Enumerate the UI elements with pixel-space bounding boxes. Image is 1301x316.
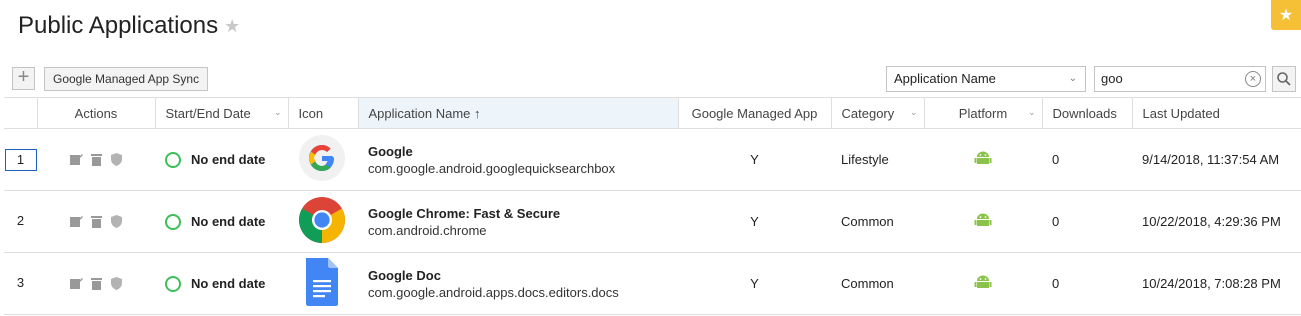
shield-icon[interactable] <box>109 214 124 229</box>
header-category[interactable]: Category ⌄ <box>830 97 924 129</box>
row-platform <box>924 252 1042 315</box>
row-index-cell: 1 <box>4 128 37 191</box>
application-name[interactable]: Google Chrome: Fast & Secure <box>368 206 668 221</box>
edit-icon[interactable] <box>69 214 84 229</box>
row-index-cell: 3 <box>4 252 37 315</box>
header-last-updated: Last Updated <box>1131 97 1301 129</box>
row-platform <box>924 190 1042 253</box>
status-circle-icon <box>165 213 181 230</box>
page-title: Public Applications <box>18 12 219 39</box>
header-start-end-date[interactable]: Start/End Date ⌄ <box>154 97 288 129</box>
android-icon <box>974 151 992 164</box>
row-actions <box>37 128 155 191</box>
applications-table: Actions Start/End Date ⌄ Icon Application… <box>4 97 1301 315</box>
google-managed-app-sync-button[interactable]: Google Managed App Sync <box>44 67 209 91</box>
row-managed: Y <box>678 128 831 191</box>
row-status: No end date <box>155 252 288 315</box>
status-text: No end date <box>191 152 266 167</box>
row-managed: Y <box>678 252 831 315</box>
table-row[interactable]: 2 No end date Google Chrome: Fast & Secu… <box>4 190 1301 253</box>
filter-chevron-icon[interactable]: ⌄ <box>1028 107 1036 118</box>
edit-icon[interactable] <box>69 276 84 291</box>
row-last-updated: 9/14/2018, 11:37:54 AM <box>1132 128 1301 191</box>
row-index[interactable]: 1 <box>4 148 37 171</box>
header-application-name[interactable]: Application Name ↑ <box>357 97 678 129</box>
search-button[interactable] <box>1272 66 1296 92</box>
row-icon-cell <box>288 252 358 315</box>
row-platform <box>924 128 1042 191</box>
application-name[interactable]: Google <box>368 144 668 159</box>
row-status: No end date <box>155 128 288 191</box>
table-header-row: Actions Start/End Date ⌄ Icon Application… <box>4 97 1301 129</box>
status-circle-icon <box>165 275 181 292</box>
delete-icon[interactable] <box>89 152 104 167</box>
header-start-end-date-label: Start/End Date <box>165 105 251 121</box>
delete-icon[interactable] <box>89 214 104 229</box>
clear-icon[interactable]: × <box>1245 71 1261 87</box>
row-application[interactable]: Google com.google.android.googlequicksea… <box>358 128 678 191</box>
table-row[interactable]: 1 No end date Google com.google.android.… <box>4 128 1301 191</box>
chevron-down-icon: ⌄ <box>1068 73 1077 84</box>
row-last-updated: 10/24/2018, 7:08:28 PM <box>1132 252 1301 315</box>
shield-icon[interactable] <box>109 276 124 291</box>
row-downloads: 0 <box>1042 252 1132 315</box>
status-text: No end date <box>191 276 266 291</box>
row-category: Lifestyle <box>831 128 924 191</box>
row-managed: Y <box>678 190 831 253</box>
filter-chevron-icon[interactable]: ⌄ <box>274 107 282 118</box>
filter-chevron-icon[interactable]: ⌄ <box>910 107 918 118</box>
application-name[interactable]: Google Doc <box>368 268 668 283</box>
toolbar: + Google Managed App Sync Application Na… <box>0 64 1301 94</box>
android-icon <box>974 213 992 226</box>
header-actions: Actions <box>36 97 155 129</box>
row-actions <box>37 190 155 253</box>
row-downloads: 0 <box>1042 190 1132 253</box>
filter-field-select[interactable]: Application Name ⌄ <box>886 66 1086 92</box>
add-button[interactable]: + <box>12 67 35 90</box>
filter-field-value: Application Name <box>894 71 996 86</box>
chrome-app-icon <box>299 197 345 243</box>
favorite-star-icon[interactable]: ★ <box>224 16 240 37</box>
search-input[interactable]: goo × <box>1094 66 1266 92</box>
row-actions <box>37 252 155 315</box>
header-application-name-label: Application Name <box>368 105 471 121</box>
search-icon <box>1277 72 1291 86</box>
row-category: Common <box>831 252 924 315</box>
header-icon: Icon <box>287 97 358 129</box>
row-icon-cell <box>288 190 358 253</box>
row-index[interactable]: 2 <box>5 211 37 233</box>
row-category: Common <box>831 190 924 253</box>
header-index <box>4 97 37 129</box>
corner-star-icon[interactable]: ★ <box>1271 0 1301 30</box>
row-index[interactable]: 3 <box>5 273 37 295</box>
status-text: No end date <box>191 214 266 229</box>
row-icon-cell <box>288 128 358 191</box>
header-platform[interactable]: Platform ⌄ <box>923 97 1042 129</box>
row-application[interactable]: Google Chrome: Fast & Secure com.android… <box>358 190 678 253</box>
android-icon <box>974 275 992 288</box>
row-last-updated: 10/22/2018, 4:29:36 PM <box>1132 190 1301 253</box>
google-app-icon <box>299 135 345 181</box>
table-row[interactable]: 3 No end date Google Doc com.google.andr… <box>4 252 1301 315</box>
row-downloads: 0 <box>1042 128 1132 191</box>
shield-icon[interactable] <box>109 152 124 167</box>
status-circle-icon <box>165 151 181 168</box>
row-index-cell: 2 <box>4 190 37 253</box>
sort-ascending-icon: ↑ <box>474 105 481 121</box>
row-application[interactable]: Google Doc com.google.android.apps.docs.… <box>358 252 678 315</box>
header-platform-label: Platform <box>958 105 1008 121</box>
docs-app-icon <box>306 258 338 306</box>
title-row: Public Applications ★ <box>18 12 240 40</box>
application-package: com.android.chrome <box>368 222 487 238</box>
search-input-value: goo <box>1101 71 1123 86</box>
application-package: com.google.android.apps.docs.editors.doc… <box>368 284 619 300</box>
header-category-label: Category <box>841 105 895 121</box>
header-downloads: Downloads <box>1041 97 1132 129</box>
delete-icon[interactable] <box>89 276 104 291</box>
header-google-managed-app: Google Managed App <box>677 97 831 129</box>
application-package: com.google.android.googlequicksearchbox <box>368 160 616 176</box>
edit-icon[interactable] <box>69 152 84 167</box>
row-status: No end date <box>155 190 288 253</box>
